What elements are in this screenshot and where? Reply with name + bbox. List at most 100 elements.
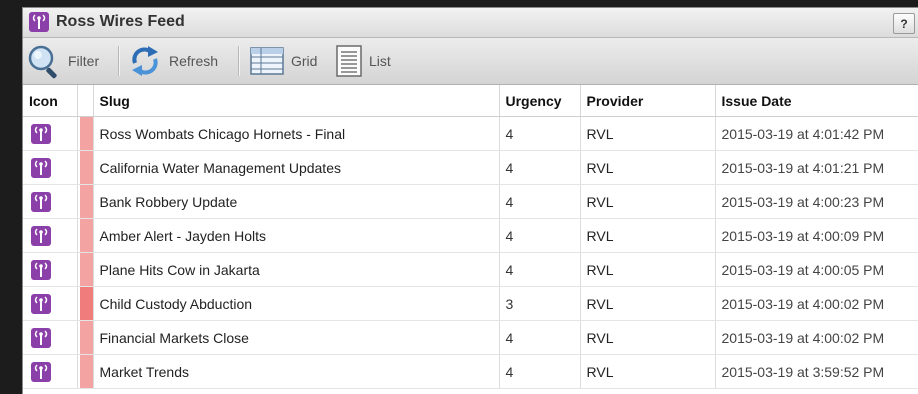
provider-cell: RVL bbox=[580, 116, 716, 151]
urgency-flag-cell bbox=[77, 252, 94, 287]
row-icon-cell bbox=[23, 252, 78, 287]
issue-date-cell: 2015-03-19 at 4:00:09 PM bbox=[715, 218, 918, 253]
list-icon bbox=[336, 45, 362, 77]
antenna-icon bbox=[31, 327, 51, 348]
antenna-icon bbox=[31, 123, 51, 144]
refresh-icon bbox=[132, 46, 158, 76]
urgency-flag-cell bbox=[77, 286, 94, 321]
feed-table: Icon Slug Urgency Provider Issue Date Ro… bbox=[23, 85, 918, 389]
urgency-flag-cell bbox=[77, 354, 94, 389]
row-icon-cell bbox=[23, 184, 78, 219]
slug-cell: Ross Wombats Chicago Hornets - Final bbox=[93, 116, 500, 151]
urgency-flag bbox=[79, 185, 92, 218]
urgency-flag-cell bbox=[77, 150, 94, 185]
antenna-icon bbox=[31, 259, 51, 280]
urgency-cell: 4 bbox=[499, 218, 581, 253]
provider-cell: RVL bbox=[580, 218, 716, 253]
title-bar: Ross Wires Feed ? bbox=[23, 8, 918, 38]
slug-cell: Amber Alert - Jayden Holts bbox=[93, 218, 500, 253]
issue-date-cell: 2015-03-19 at 3:59:52 PM bbox=[715, 354, 918, 389]
row-icon-cell bbox=[23, 320, 78, 355]
help-button[interactable]: ? bbox=[893, 13, 915, 34]
antenna-icon bbox=[29, 12, 49, 32]
filter-button[interactable]: Filter bbox=[26, 38, 99, 84]
provider-cell: RVL bbox=[580, 320, 716, 355]
provider-cell: RVL bbox=[580, 184, 716, 219]
provider-cell: RVL bbox=[580, 252, 716, 287]
slug-cell: Financial Markets Close bbox=[93, 320, 500, 355]
column-header-provider[interactable]: Provider bbox=[580, 85, 716, 117]
urgency-cell: 3 bbox=[499, 286, 581, 321]
table-row[interactable]: Amber Alert - Jayden Holts 4 RVL 2015-03-19… bbox=[23, 218, 918, 253]
toolbar-divider bbox=[118, 46, 119, 76]
refresh-label: Refresh bbox=[169, 53, 219, 69]
urgency-flag bbox=[79, 117, 92, 150]
table-row[interactable]: California Water Management Updates 4 RVL 2… bbox=[23, 150, 918, 185]
issue-date-cell: 2015-03-19 at 4:00:23 PM bbox=[715, 184, 918, 219]
antenna-icon bbox=[31, 225, 51, 246]
urgency-cell: 4 bbox=[499, 320, 581, 355]
antenna-icon bbox=[31, 157, 51, 178]
slug-cell: California Water Management Updates bbox=[93, 150, 500, 185]
urgency-cell: 4 bbox=[499, 354, 581, 389]
provider-cell: RVL bbox=[580, 150, 716, 185]
refresh-button[interactable]: Refresh bbox=[127, 38, 218, 84]
antenna-icon bbox=[31, 361, 51, 382]
urgency-cell: 4 bbox=[499, 150, 581, 185]
row-icon-cell bbox=[23, 286, 78, 321]
issue-date-cell: 2015-03-19 at 4:00:05 PM bbox=[715, 252, 918, 287]
urgency-flag-cell bbox=[77, 320, 94, 355]
slug-cell: Market Trends bbox=[93, 354, 500, 389]
urgency-flag-cell bbox=[77, 116, 94, 151]
urgency-flag bbox=[79, 321, 92, 354]
toolbar-divider bbox=[238, 46, 239, 76]
urgency-flag bbox=[79, 151, 92, 184]
table-row[interactable]: Plane Hits Cow in Jakarta 4 RVL 2015-03-19 … bbox=[23, 252, 918, 287]
column-header-slug[interactable]: Slug bbox=[93, 85, 500, 117]
row-icon-cell bbox=[23, 218, 78, 253]
issue-date-cell: 2015-03-19 at 4:01:42 PM bbox=[715, 116, 918, 151]
filter-label: Filter bbox=[68, 53, 100, 69]
antenna-icon bbox=[31, 191, 51, 212]
column-header-urgency-flag bbox=[77, 85, 94, 117]
issue-date-cell: 2015-03-19 at 4:00:02 PM bbox=[715, 286, 918, 321]
table-row[interactable]: Market Trends 4 RVL 2015-03-19 at 3:59:52 P… bbox=[23, 354, 918, 389]
column-header-urgency[interactable]: Urgency bbox=[499, 85, 581, 117]
slug-cell: Child Custody Abduction bbox=[93, 286, 500, 321]
list-label: List bbox=[369, 53, 391, 69]
table-row[interactable]: Ross Wombats Chicago Hornets - Final 4 RVL… bbox=[23, 116, 918, 151]
row-icon-cell bbox=[23, 116, 78, 151]
table-row[interactable]: Bank Robbery Update 4 RVL 2015-03-19 at 4:0… bbox=[23, 184, 918, 219]
table-row[interactable]: Financial Markets Close 4 RVL 2015-03-19 at… bbox=[23, 320, 918, 355]
urgency-cell: 4 bbox=[499, 252, 581, 287]
toolbar: Filter Refresh Grid List bbox=[23, 38, 918, 85]
table-header-row: Icon Slug Urgency Provider Issue Date bbox=[23, 85, 918, 117]
antenna-icon bbox=[31, 293, 51, 314]
urgency-cell: 4 bbox=[499, 184, 581, 219]
grid-icon bbox=[250, 47, 284, 75]
row-icon-cell bbox=[23, 354, 78, 389]
list-view-button[interactable]: List bbox=[335, 38, 391, 84]
urgency-cell: 4 bbox=[499, 116, 581, 151]
magnifier-icon bbox=[28, 45, 57, 79]
urgency-flag bbox=[79, 253, 92, 286]
grid-label: Grid bbox=[291, 53, 318, 69]
provider-cell: RVL bbox=[580, 354, 716, 389]
issue-date-cell: 2015-03-19 at 4:01:21 PM bbox=[715, 150, 918, 185]
column-header-issue-date[interactable]: Issue Date bbox=[715, 85, 918, 117]
urgency-flag-cell bbox=[77, 218, 94, 253]
column-header-icon[interactable]: Icon bbox=[23, 85, 78, 117]
urgency-flag bbox=[79, 219, 92, 252]
issue-date-cell: 2015-03-19 at 4:00:02 PM bbox=[715, 320, 918, 355]
window-title: Ross Wires Feed bbox=[56, 13, 185, 30]
urgency-flag-cell bbox=[77, 184, 94, 219]
slug-cell: Plane Hits Cow in Jakarta bbox=[93, 252, 500, 287]
urgency-flag bbox=[79, 287, 92, 320]
urgency-flag bbox=[79, 355, 92, 388]
provider-cell: RVL bbox=[580, 286, 716, 321]
slug-cell: Bank Robbery Update bbox=[93, 184, 500, 219]
grid-view-button[interactable]: Grid bbox=[249, 38, 317, 84]
row-icon-cell bbox=[23, 150, 78, 185]
table-row[interactable]: Child Custody Abduction 3 RVL 2015-03-19 at… bbox=[23, 286, 918, 321]
feed-window: Ross Wires Feed ? Filter Refresh Grid Li… bbox=[22, 7, 918, 394]
